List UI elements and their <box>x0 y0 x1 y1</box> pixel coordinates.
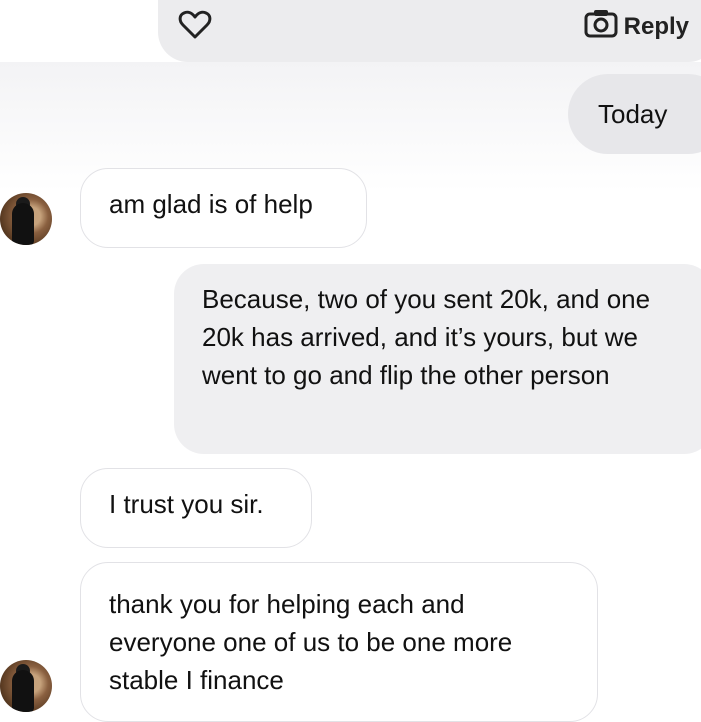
message-text: I trust you sir. <box>109 489 264 519</box>
date-separator: Today <box>568 74 701 154</box>
reply-button[interactable]: Reply <box>584 8 689 45</box>
camera-icon <box>584 8 618 45</box>
avatar[interactable] <box>0 193 52 245</box>
message-bubble-outgoing[interactable]: Because, two of you sent 20k, and one 20… <box>174 264 701 454</box>
message-text: thank you for helping each and everyone … <box>109 589 513 695</box>
message-text: am glad is of help <box>109 189 313 219</box>
message-bubble-incoming[interactable]: thank you for helping each and everyone … <box>80 562 598 722</box>
avatar[interactable] <box>0 660 52 712</box>
heart-icon[interactable] <box>178 8 212 42</box>
message-bubble-incoming[interactable]: am glad is of help <box>80 168 367 248</box>
message-bubble-incoming[interactable]: I trust you sir. <box>80 468 312 548</box>
message-text: Because, two of you sent 20k, and one 20… <box>202 284 651 390</box>
reply-label: Reply <box>623 12 689 40</box>
